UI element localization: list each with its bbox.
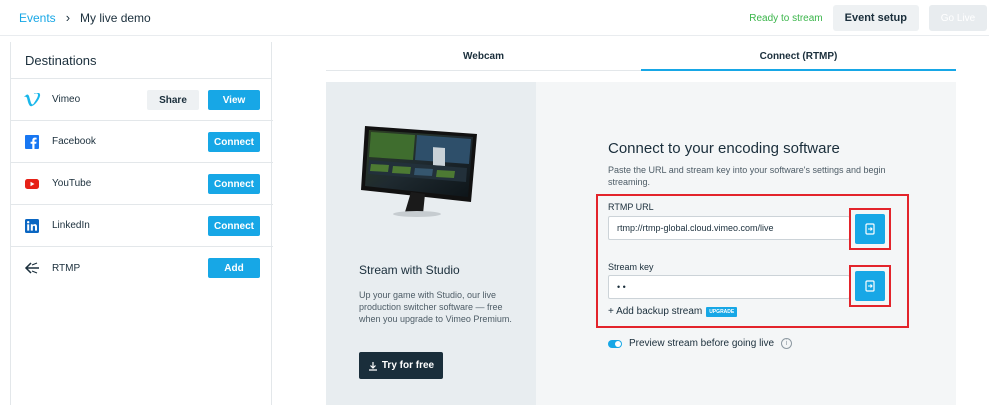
- stream-key-field[interactable]: [608, 275, 850, 299]
- rtmp-add-button[interactable]: Add: [208, 258, 260, 278]
- encoder-title: Connect to your encoding software: [608, 140, 840, 157]
- linkedin-icon: [23, 217, 41, 235]
- stream-key-label: Stream key: [608, 262, 654, 272]
- rtmp-url-field[interactable]: [608, 216, 850, 240]
- destination-facebook: Facebook Connect: [11, 121, 273, 163]
- download-icon: [368, 361, 377, 371]
- linkedin-connect-button[interactable]: Connect: [208, 216, 260, 236]
- facebook-connect-button[interactable]: Connect: [208, 132, 260, 152]
- try-for-free-button[interactable]: Try for free: [359, 352, 443, 379]
- studio-monitor-image: [361, 126, 477, 217]
- facebook-icon: [23, 133, 41, 151]
- vimeo-icon: [23, 91, 41, 109]
- info-icon[interactable]: i: [781, 338, 793, 349]
- vimeo-share-button[interactable]: Share: [147, 90, 199, 110]
- top-bar: Events › My live demo Ready to stream Ev…: [0, 0, 989, 36]
- rtmp-icon: [23, 259, 41, 277]
- destination-label: YouTube: [52, 178, 92, 189]
- vimeo-view-button[interactable]: View: [208, 90, 260, 110]
- breadcrumb-events-link[interactable]: Events: [19, 11, 56, 25]
- sidebar-title: Destinations: [25, 53, 97, 68]
- encoder-description: Paste the URL and stream key into your s…: [608, 165, 886, 187]
- destination-youtube: YouTube Connect: [11, 163, 273, 205]
- encoder-panel: Connect to your encoding software Paste …: [536, 82, 956, 405]
- destinations-sidebar: Destinations Vimeo Share View Facebook C…: [10, 42, 273, 405]
- stream-key-copy-highlight: [849, 265, 891, 307]
- studio-promo-panel: Stream with Studio Up your game with Stu…: [326, 82, 536, 405]
- go-live-button[interactable]: Go Live: [929, 5, 987, 31]
- stream-status: Ready to stream: [749, 12, 823, 24]
- copy-icon: [865, 280, 875, 292]
- studio-description: Up your game with Studio, our live produ…: [359, 290, 512, 324]
- preview-stream-option: Preview stream before going live i: [608, 338, 793, 349]
- upgrade-badge: UPGRADE: [706, 306, 738, 317]
- stream-source-tabs: Webcam Connect (RTMP): [326, 42, 956, 71]
- rtmp-url-label: RTMP URL: [608, 202, 654, 212]
- tab-connect-rtmp[interactable]: Connect (RTMP): [641, 42, 956, 71]
- preview-toggle[interactable]: [608, 339, 622, 348]
- copy-stream-key-button[interactable]: [855, 271, 885, 301]
- studio-title: Stream with Studio: [359, 263, 460, 277]
- add-backup-stream-link[interactable]: + Add backup stream UPGRADE: [608, 306, 738, 317]
- copy-icon: [865, 223, 875, 235]
- add-backup-stream-label: + Add backup stream: [608, 306, 703, 317]
- breadcrumb-separator: ›: [65, 10, 71, 25]
- header-actions: Ready to stream Event setup Go Live: [749, 0, 989, 36]
- destination-label: Vimeo: [52, 94, 81, 105]
- preview-label: Preview stream before going live: [629, 338, 775, 349]
- rtmp-copy-highlight: [849, 208, 891, 250]
- destination-linkedin: LinkedIn Connect: [11, 205, 273, 247]
- try-for-free-label: Try for free: [381, 360, 435, 371]
- tab-webcam[interactable]: Webcam: [326, 42, 641, 70]
- event-setup-button[interactable]: Event setup: [832, 5, 919, 31]
- destination-vimeo: Vimeo Share View: [11, 79, 273, 121]
- destination-label: Facebook: [52, 136, 96, 147]
- copy-rtmp-url-button[interactable]: [855, 214, 885, 244]
- destination-label: RTMP: [52, 262, 81, 274]
- youtube-connect-button[interactable]: Connect: [208, 174, 260, 194]
- destination-label: LinkedIn: [52, 220, 90, 231]
- destination-rtmp: RTMP Add: [11, 247, 273, 289]
- youtube-icon: [23, 175, 41, 193]
- breadcrumb-current: My live demo: [80, 10, 151, 25]
